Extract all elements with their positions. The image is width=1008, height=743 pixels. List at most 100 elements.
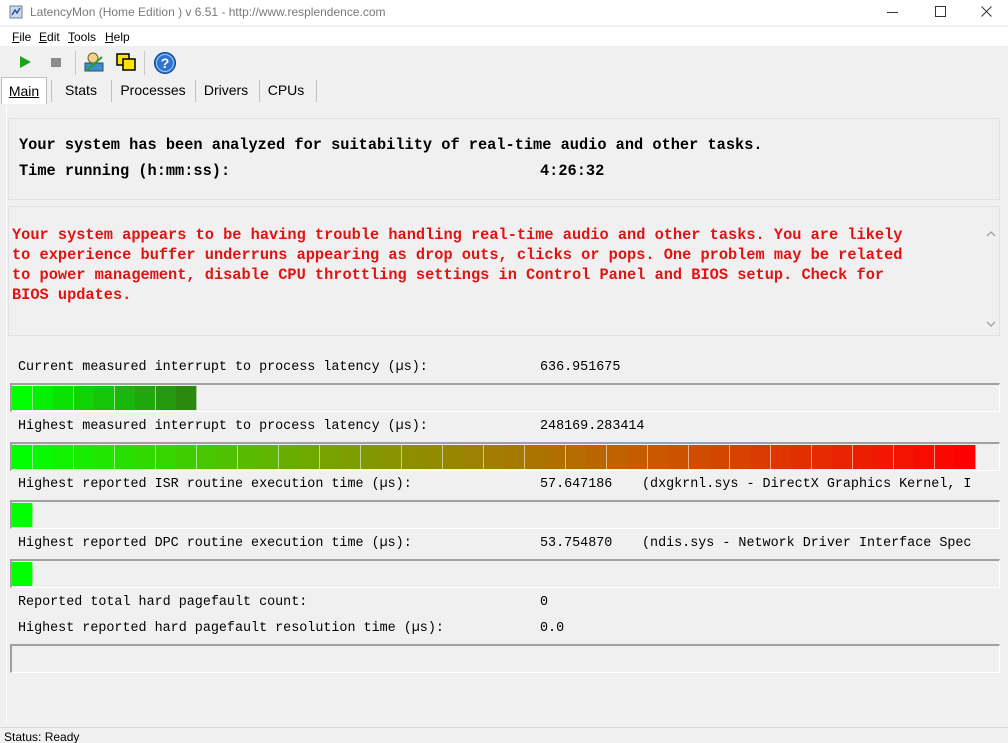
bar-segment	[832, 445, 853, 469]
isr-label: Highest reported ISR routine execution t…	[18, 477, 412, 492]
tab-drivers[interactable]: Drivers	[200, 77, 252, 104]
tab-processes[interactable]: Processes	[118, 77, 188, 104]
isr-bar-fill	[12, 502, 33, 528]
bar-segment	[443, 445, 464, 469]
bar-segment	[74, 386, 95, 410]
current-latency-label: Current measured interrupt to process la…	[18, 360, 428, 375]
bar-segment	[115, 386, 136, 410]
bar-segment	[894, 445, 915, 469]
bar-segment	[53, 445, 74, 469]
isr-driver: (dxgkrnl.sys - DirectX Graphics Kernel, …	[642, 477, 972, 492]
bar-segment	[33, 386, 54, 410]
bar-segment	[689, 445, 710, 469]
bar-segment	[525, 445, 546, 469]
menu-tools[interactable]: Tools	[68, 30, 96, 44]
bar-segment	[812, 445, 833, 469]
bar-segment	[381, 445, 402, 469]
menu-bar: File Edit Tools Help	[0, 27, 1008, 46]
bar-segment	[545, 445, 566, 469]
pagefault-count-value: 0	[540, 595, 549, 610]
bar-segment	[709, 445, 730, 469]
user-button[interactable]	[83, 51, 105, 73]
svg-text:?: ?	[161, 55, 170, 71]
stop-icon	[51, 58, 61, 67]
bar-segment	[135, 386, 156, 410]
bar-segment	[197, 445, 218, 469]
menu-edit[interactable]: Edit	[39, 30, 60, 44]
bar-segment	[340, 445, 361, 469]
start-button[interactable]	[14, 51, 36, 73]
help-button[interactable]: ?	[153, 51, 176, 74]
bar-segment	[914, 445, 935, 469]
bar-segment	[94, 445, 115, 469]
play-icon	[20, 56, 31, 68]
isr-bar	[10, 500, 1000, 529]
bar-segment	[484, 445, 505, 469]
current-latency-bar	[10, 383, 1000, 412]
highest-latency-bar	[10, 442, 1000, 471]
bar-segment	[504, 445, 525, 469]
windows-button[interactable]	[115, 51, 137, 73]
bar-segment	[74, 445, 95, 469]
bar-segment	[320, 445, 341, 469]
warning-line: to experience buffer underruns appearing…	[12, 246, 903, 264]
bar-segment	[12, 503, 33, 527]
minimize-button[interactable]	[870, 0, 916, 25]
minimize-icon	[887, 12, 898, 13]
maximize-button[interactable]	[918, 0, 964, 25]
bar-segment	[955, 445, 976, 469]
status-text: Status: Ready	[4, 730, 80, 743]
bar-segment	[422, 445, 443, 469]
current-latency-value: 636.951675	[540, 360, 621, 375]
scroll-down-icon[interactable]	[984, 318, 998, 330]
bar-segment	[668, 445, 689, 469]
bar-segment	[94, 386, 115, 410]
tab-separator	[111, 80, 112, 102]
status-bar: Status: Ready	[0, 727, 1008, 743]
bar-segment	[12, 386, 33, 410]
close-button[interactable]	[964, 0, 1008, 25]
tab-cpus[interactable]: CPUs	[264, 77, 308, 104]
isr-value: 57.647186	[540, 477, 613, 492]
tab-stats[interactable]: Stats	[58, 77, 104, 104]
bar-segment	[730, 445, 751, 469]
bar-segment	[361, 445, 382, 469]
pagefault-time-bar	[10, 644, 1000, 673]
dpc-label: Highest reported DPC routine execution t…	[18, 536, 412, 551]
bar-segment	[873, 445, 894, 469]
bar-segment	[853, 445, 874, 469]
dpc-driver: (ndis.sys - Network Driver Interface Spe…	[642, 536, 972, 551]
warning-message: Your system appears to be having trouble…	[12, 225, 984, 305]
highest-latency-label: Highest measured interrupt to process la…	[18, 419, 428, 434]
tab-strip: Main Stats Processes Drivers CPUs	[0, 77, 1008, 104]
dpc-bar	[10, 559, 1000, 588]
bar-segment	[771, 445, 792, 469]
bar-segment	[12, 562, 33, 586]
menu-help[interactable]: Help	[105, 30, 130, 44]
pagefault-time-label: Highest reported hard pagefault resoluti…	[18, 621, 444, 636]
bar-segment	[33, 445, 54, 469]
bar-segment	[115, 445, 136, 469]
maximize-icon	[935, 6, 946, 17]
highest-latency-value: 248169.283414	[540, 419, 645, 434]
title-bar: LatencyMon (Home Edition ) v 6.51 - http…	[0, 0, 1008, 25]
close-icon	[981, 6, 992, 17]
bar-segment	[566, 445, 587, 469]
bar-segment	[53, 386, 74, 410]
bar-segment	[402, 445, 423, 469]
dpc-value: 53.754870	[540, 536, 613, 551]
stop-button[interactable]	[45, 51, 67, 73]
bar-segment	[750, 445, 771, 469]
bar-segment	[791, 445, 812, 469]
bar-segment	[12, 445, 33, 469]
menu-file[interactable]: File	[12, 30, 31, 44]
bar-segment	[627, 445, 648, 469]
scroll-up-icon[interactable]	[984, 228, 998, 240]
bar-segment	[299, 445, 320, 469]
window-title: LatencyMon (Home Edition ) v 6.51 - http…	[30, 5, 386, 19]
bar-segment	[607, 445, 628, 469]
help-icon: ?	[154, 52, 176, 74]
warning-line: to power management, disable CPU throttl…	[12, 266, 885, 284]
warning-line: BIOS updates.	[12, 286, 132, 304]
tab-main[interactable]: Main	[1, 77, 47, 104]
